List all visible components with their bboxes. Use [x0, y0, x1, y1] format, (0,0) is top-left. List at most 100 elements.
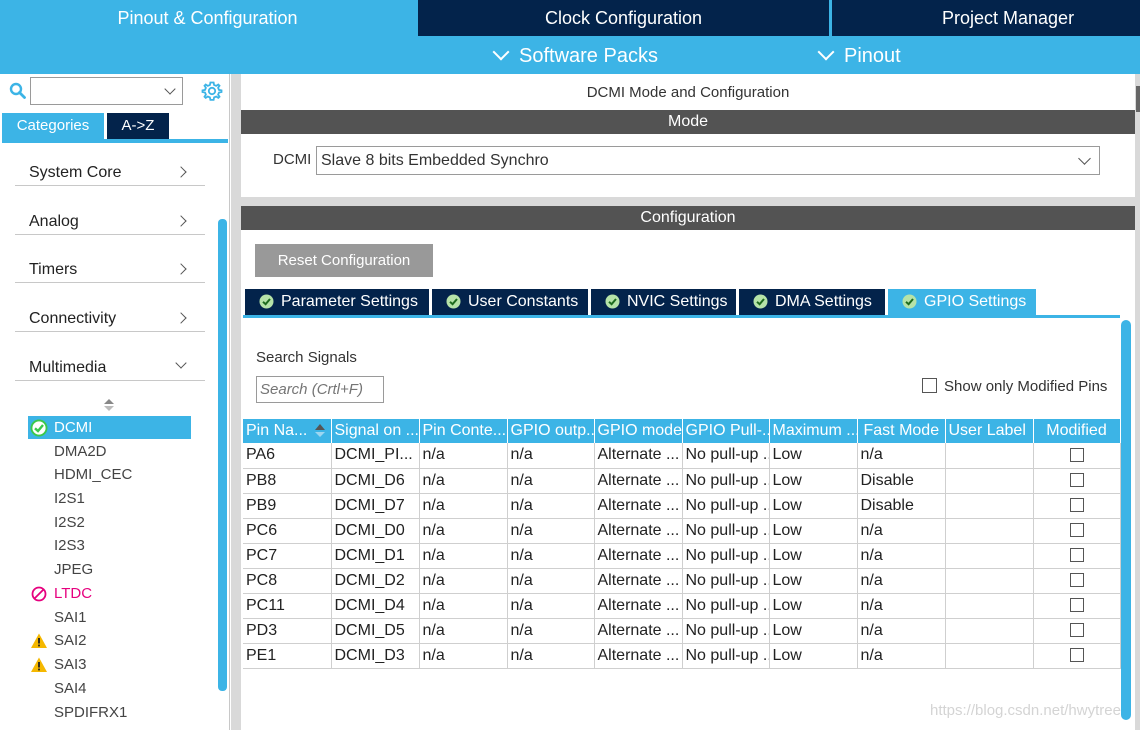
table-cell: n/a	[507, 543, 595, 569]
column-header[interactable]: Pin Na...	[243, 419, 332, 443]
table-cell	[945, 493, 1034, 519]
table-cell: DCMI_D4	[331, 593, 420, 619]
pinout-menu[interactable]: Pinout	[817, 38, 901, 74]
table-row[interactable]: PA6 DCMI_PI... n/a n/a Alternate ... No pull-…	[243, 443, 1121, 469]
peripheral-spdifrx1[interactable]: SPDIFRX1	[28, 701, 191, 724]
peripheral-sai1[interactable]: SAI1	[28, 606, 191, 629]
table-cell: Alternate ...	[594, 493, 683, 519]
tab-nvic-settings[interactable]: NVIC Settings	[591, 289, 736, 315]
modified-checkbox[interactable]	[1069, 498, 1084, 513]
gear-icon[interactable]	[201, 80, 223, 102]
modified-cell	[1033, 593, 1121, 619]
modified-checkbox[interactable]	[1069, 648, 1084, 663]
column-header[interactable]: Fast Mode	[857, 419, 946, 443]
outer-scrollbar-track[interactable]	[1135, 74, 1140, 730]
table-row[interactable]: PB9 DCMI_D7 n/a n/a Alternate ... No pull-up …	[243, 493, 1121, 519]
gpio-table: Pin Na... Signal on ... Pin Conte... GPI…	[243, 419, 1121, 669]
modified-checkbox[interactable]	[1069, 548, 1084, 563]
peripheral-i2s1[interactable]: I2S1	[28, 487, 191, 510]
scroll-down-icon[interactable]	[104, 406, 114, 411]
software-packs-menu[interactable]: Software Packs	[492, 38, 658, 74]
category-connectivity[interactable]: Connectivity	[15, 292, 205, 332]
peripheral-ltdc[interactable]: LTDC	[28, 582, 191, 605]
show-only-modified-checkbox[interactable]	[922, 378, 937, 393]
peripheral-hdmi-cec[interactable]: HDMI_CEC	[28, 463, 191, 486]
panel-splitter[interactable]	[231, 74, 241, 730]
table-cell: PC11	[243, 593, 332, 619]
tab-parameter-settings[interactable]: Parameter Settings	[245, 289, 429, 315]
peripheral-sai4[interactable]: SAI4	[28, 677, 191, 700]
column-header[interactable]: Pin Conte...	[419, 419, 508, 443]
tab-user-constants[interactable]: User Constants	[432, 289, 588, 315]
outer-scrollbar-thumb[interactable]	[1136, 86, 1140, 112]
top-navigation: Pinout & Configuration Clock Configurati…	[0, 0, 1140, 74]
search-combobox[interactable]	[30, 77, 183, 105]
modified-checkbox[interactable]	[1069, 573, 1084, 588]
blocked-icon	[31, 586, 47, 602]
table-row[interactable]: PC7 DCMI_D1 n/a n/a Alternate ... No pull-up …	[243, 543, 1121, 569]
table-cell	[945, 468, 1034, 494]
peripheral-i2s3[interactable]: I2S3	[28, 534, 191, 557]
column-header[interactable]: User Label	[945, 419, 1034, 443]
show-only-modified-label: Show only Modified Pins	[944, 378, 1108, 395]
scroll-up-icon[interactable]	[104, 399, 114, 404]
search-icon[interactable]	[9, 82, 26, 99]
table-cell: Low	[769, 493, 858, 519]
table-row[interactable]: PC6 DCMI_D0 n/a n/a Alternate ... No pull-up …	[243, 518, 1121, 544]
modified-checkbox[interactable]	[1069, 598, 1084, 613]
tab-categories[interactable]: Categories	[2, 113, 104, 139]
column-header[interactable]: Signal on ...	[331, 419, 420, 443]
peripheral-sai3[interactable]: SAI3	[28, 653, 191, 676]
table-row[interactable]: PC8 DCMI_D2 n/a n/a Alternate ... No pull-up …	[243, 568, 1121, 594]
column-header[interactable]: GPIO mode	[594, 419, 683, 443]
reset-configuration-button[interactable]: Reset Configuration	[255, 244, 433, 277]
table-cell: n/a	[507, 493, 595, 519]
sort-ascending-icon	[314, 424, 325, 430]
table-cell: PC8	[243, 568, 332, 594]
tab-pinout-configuration[interactable]: Pinout & Configuration	[0, 0, 415, 36]
tab-gpio-settings[interactable]: GPIO Settings	[888, 289, 1036, 315]
peripheral-label: DCMI	[54, 419, 93, 436]
column-header[interactable]: Maximum ...	[769, 419, 858, 443]
chevron-right-icon	[175, 166, 187, 178]
category-list: System Core Analog Timers Connectivity M…	[0, 146, 215, 730]
table-row[interactable]: PD3 DCMI_D5 n/a n/a Alternate ... No pull-up …	[243, 618, 1121, 644]
sort-descending-icon	[314, 432, 325, 437]
column-header[interactable]: GPIO Pull-...	[682, 419, 770, 443]
peripheral-dma2d[interactable]: DMA2D	[28, 440, 191, 463]
category-analog[interactable]: Analog	[15, 195, 205, 235]
modified-checkbox[interactable]	[1069, 473, 1084, 488]
column-header[interactable]: GPIO outp...	[507, 419, 595, 443]
modified-checkbox[interactable]	[1069, 623, 1084, 638]
tab-a-to-z[interactable]: A->Z	[107, 113, 169, 139]
peripheral-sai2[interactable]: SAI2	[28, 629, 191, 652]
tab-project-manager[interactable]: Project Manager	[832, 0, 1140, 36]
gpio-scrollbar[interactable]	[1121, 320, 1131, 720]
column-header[interactable]: Modified	[1033, 419, 1121, 443]
peripheral-dcmi[interactable]: DCMI	[28, 416, 191, 439]
table-row[interactable]: PC11 DCMI_D4 n/a n/a Alternate ... No pull-up…	[243, 593, 1121, 619]
tab-dma-settings[interactable]: DMA Settings	[739, 289, 885, 315]
table-row[interactable]: PB8 DCMI_D6 n/a n/a Alternate ... No pull-up …	[243, 468, 1121, 494]
table-cell: No pull-up ...	[682, 518, 770, 544]
modified-checkbox[interactable]	[1069, 448, 1084, 463]
peripheral-i2s2[interactable]: I2S2	[28, 511, 191, 534]
category-system-core[interactable]: System Core	[15, 146, 205, 186]
table-cell: No pull-up ...	[682, 593, 770, 619]
table-cell: No pull-up ...	[682, 493, 770, 519]
peripheral-label: SAI1	[54, 609, 87, 626]
peripheral-label: I2S2	[54, 514, 85, 531]
modified-checkbox[interactable]	[1069, 523, 1084, 538]
category-multimedia[interactable]: Multimedia	[15, 341, 205, 381]
tab-clock-configuration[interactable]: Clock Configuration	[418, 0, 829, 36]
peripheral-jpeg[interactable]: JPEG	[28, 558, 191, 581]
peripheral-label: I2S3	[54, 537, 85, 554]
peripheral-label: JPEG	[54, 561, 94, 578]
table-row[interactable]: PE1 DCMI_D3 n/a n/a Alternate ... No pull-up …	[243, 643, 1121, 669]
table-cell: DCMI_D7	[331, 493, 420, 519]
sidebar-scrollbar[interactable]	[218, 219, 227, 691]
table-cell: Low	[769, 568, 858, 594]
dcmi-mode-select[interactable]: Slave 8 bits Embedded Synchro	[316, 146, 1100, 175]
search-signals-input[interactable]	[256, 376, 384, 403]
category-timers[interactable]: Timers	[15, 243, 205, 283]
